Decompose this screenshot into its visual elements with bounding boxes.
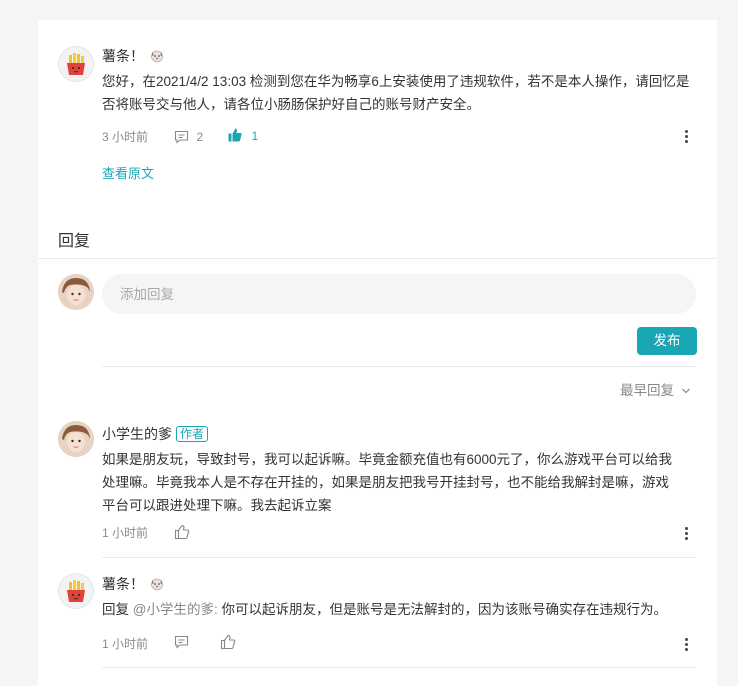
author-badge: 作者 — [176, 426, 209, 442]
replies-header-divider — [38, 258, 717, 259]
post-more-options-icon[interactable] — [681, 128, 691, 144]
reply-body: 回复 @小学生的爹: 你可以起诉朋友，但是账号是无法解封的，因为该账号确实存在违… — [102, 598, 667, 621]
sort-dropdown[interactable]: 最早回复 — [620, 379, 691, 400]
current-user-avatar[interactable] — [58, 274, 94, 310]
comment-count-button[interactable]: 2 — [174, 128, 203, 146]
reply-more-options-icon[interactable] — [681, 636, 691, 652]
post-author-name[interactable]: 薯条！ — [102, 47, 164, 67]
reply-timestamp: 1 小时前 — [102, 637, 149, 651]
post-body: 您好，在2021/4/2 13:03 检测到您在华为畅享6上安装使用了违规软件，… — [102, 74, 690, 112]
dog-face-icon — [150, 49, 164, 67]
replies-section-title: 回复 — [58, 233, 91, 250]
sort-label: 最早回复 — [620, 383, 674, 398]
comment-count: 2 — [196, 130, 204, 144]
reply-author-avatar[interactable] — [58, 573, 94, 609]
reply-body-line: 平台可以跟进处理下嘛。我去起诉立案 — [102, 498, 332, 513]
post-author-avatar[interactable] — [58, 46, 94, 82]
reply-timestamp: 1 小时前 — [102, 526, 149, 540]
thumbs-up-outline-icon — [220, 634, 236, 650]
dog-face-icon — [150, 577, 164, 595]
reply-divider — [102, 557, 696, 558]
post-author-name-text: 薯条！ — [102, 48, 144, 64]
reply-author-name-text: 小学生的爹 — [102, 426, 172, 442]
reply-like-button[interactable] — [220, 634, 236, 655]
reply-body-line: 如果是朋友玩，导致封号，我可以起诉嘛。毕竟金额充值也有6000元了，你么游戏平台… — [102, 452, 673, 467]
chevron-down-icon — [682, 388, 691, 394]
reply-prefix: 回复 — [102, 602, 129, 617]
post-timestamp: 3 小时前 — [102, 130, 149, 144]
like-count: 1 — [251, 129, 259, 143]
child-photo-avatar-icon — [58, 421, 94, 457]
reply-comment-button[interactable] — [174, 635, 189, 654]
reply-text: 你可以起诉朋友，但是账号是无法解封的，因为该账号确实存在违规行为。 — [221, 602, 668, 617]
reply-author-name[interactable]: 小学生的爹 作者 — [102, 425, 209, 443]
reply-input[interactable] — [102, 274, 696, 314]
reply-author-avatar[interactable] — [58, 421, 94, 457]
comment-icon — [174, 130, 189, 144]
reply-body-line: 处理嘛。毕竟我本人是不存在开挂的，如果是朋友把我号开挂封号，也不能给我解封是嘛，… — [102, 475, 669, 490]
comment-thread-card: 薯条！ 您好，在2021/4/2 13:03 检测到您在华为畅享6上安装使用了违… — [38, 20, 717, 686]
french-fries-icon — [67, 53, 85, 75]
reply-author-name[interactable]: 薯条！ — [102, 575, 164, 595]
view-original-link[interactable]: 查看原文 — [102, 163, 154, 182]
mention-link[interactable]: @小学生的爹: — [133, 602, 218, 617]
comment-icon — [174, 635, 189, 649]
like-button[interactable]: 1 — [227, 127, 258, 145]
reply-more-options-icon[interactable] — [681, 525, 691, 541]
reply-divider — [102, 667, 696, 668]
publish-button[interactable]: 发布 — [637, 327, 697, 355]
reply-body: 如果是朋友玩，导致封号，我可以起诉嘛。毕竟金额充值也有6000元了，你么游戏平台… — [102, 448, 702, 517]
reply-author-name-text: 薯条！ — [102, 576, 144, 592]
input-divider — [102, 366, 696, 367]
thumbs-up-icon — [228, 128, 242, 142]
thumbs-up-outline-icon — [174, 524, 190, 540]
child-photo-avatar-icon — [58, 274, 94, 310]
french-fries-icon — [67, 580, 85, 602]
reply-like-button[interactable] — [174, 524, 190, 545]
